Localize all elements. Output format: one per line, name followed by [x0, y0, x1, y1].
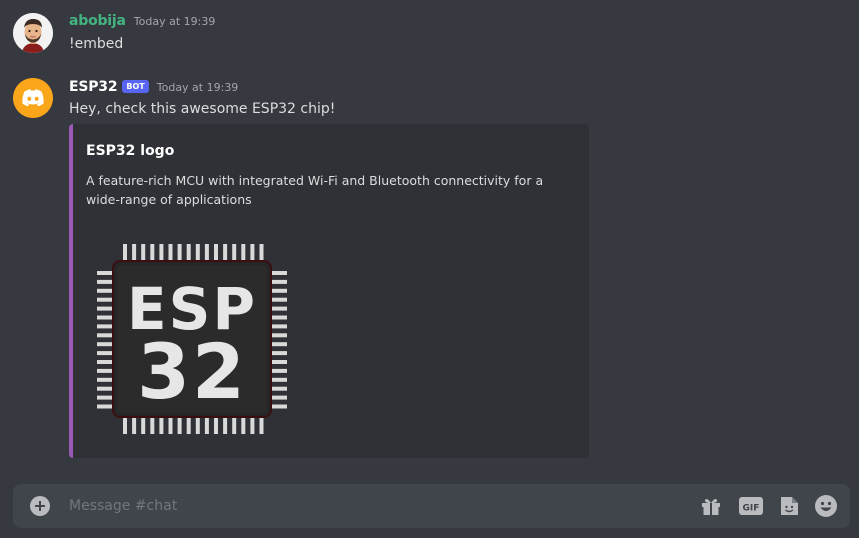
chip-pin [97, 351, 112, 356]
chip-pin [186, 418, 191, 434]
discord-logo-icon [13, 78, 53, 118]
sticker-icon[interactable] [777, 494, 801, 518]
message-embed: ESP32 logo A feature-rich MCU with integ… [69, 124, 589, 458]
bot-tag: BOT [122, 80, 149, 93]
chip-pin [97, 297, 112, 302]
chip-pin [272, 404, 287, 409]
chip-pin [177, 418, 182, 434]
chip-pin [259, 418, 264, 434]
chip-pin [97, 324, 112, 329]
embed-description: A feature-rich MCU with integrated Wi-Fi… [86, 173, 544, 207]
chip-pin [272, 297, 287, 302]
chip-pin [97, 279, 112, 284]
chip-pin [223, 244, 228, 260]
chip-pin [97, 377, 112, 382]
chip-pin [141, 418, 146, 434]
message-content: !embed [69, 36, 124, 52]
chip-pin [214, 418, 218, 434]
chip-pin [223, 418, 228, 434]
chip-pin [97, 404, 112, 409]
chip-pin [159, 418, 164, 434]
chip-pin [97, 395, 112, 400]
chip-pin [168, 244, 173, 260]
chip-pin [272, 342, 287, 347]
chip-pin [97, 368, 112, 373]
gif-label: GIF [743, 504, 760, 514]
message-header: abobija Today at 19:39 [69, 13, 215, 29]
chip-pin [250, 244, 255, 260]
chip-pin [241, 418, 246, 434]
chip-pin [272, 315, 287, 320]
chip-pin [272, 271, 287, 275]
gif-button[interactable]: GIF [738, 494, 764, 518]
chip-pin [150, 244, 155, 260]
bot-avatar[interactable] [13, 78, 53, 118]
chip-pin [97, 288, 112, 293]
chip-pin [159, 244, 164, 260]
chat-window: abobija Today at 19:39 !embed ESP32 BOT … [0, 0, 859, 538]
memoji-avatar-icon [13, 13, 53, 53]
chip-pin [141, 244, 146, 260]
esp32-chip-logo: ESP 32 [97, 244, 287, 434]
author-name[interactable]: ESP32 [69, 79, 118, 95]
chip-pin [195, 418, 200, 434]
chip-pin [204, 418, 209, 434]
embed-title[interactable]: ESP32 logo [86, 143, 174, 159]
chip-pin [272, 324, 287, 329]
message-content: Hey, check this awesome ESP32 chip! [69, 101, 336, 117]
chip-pin [232, 244, 237, 260]
gift-icon[interactable] [699, 494, 723, 518]
chip-pin [214, 244, 218, 260]
plus-circle-icon[interactable] [30, 496, 50, 516]
chip-pin [195, 244, 200, 260]
message-composer: GIF [13, 484, 850, 528]
message-header: ESP32 BOT Today at 19:39 [69, 79, 238, 95]
chip-pin [186, 244, 191, 260]
chip-pin [272, 279, 287, 284]
user-avatar[interactable] [13, 13, 53, 53]
chip-pin [272, 368, 287, 373]
chip-pin [97, 271, 112, 275]
chip-pin [168, 418, 173, 434]
timestamp: Today at 19:39 [133, 15, 216, 28]
chip-pin [272, 377, 287, 382]
chip-pin [272, 351, 287, 356]
chip-pin [241, 244, 246, 260]
chip-pin [272, 288, 287, 293]
chip-pin [97, 342, 112, 347]
chip-pin [272, 333, 287, 338]
chip-pin [97, 333, 112, 338]
embed-image[interactable]: ESP 32 [97, 242, 287, 436]
chip-pin [132, 244, 137, 260]
chip-pin [232, 418, 237, 434]
chip-pin [97, 306, 112, 311]
chip-pin [204, 244, 209, 260]
chip-pin [123, 244, 127, 260]
chip-pin [272, 395, 287, 400]
chip-pin [259, 244, 264, 260]
chip-pin [177, 244, 182, 260]
chip-pin [272, 386, 287, 391]
chip-text-32: 32 [137, 327, 247, 416]
chip-pin [150, 418, 155, 434]
chip-pin [250, 418, 255, 434]
chip-pin [97, 360, 112, 364]
timestamp: Today at 19:39 [156, 81, 239, 94]
chip-pin [97, 315, 112, 320]
chip-pin [97, 386, 112, 391]
chip-pin [123, 418, 127, 434]
chip-pin [132, 418, 137, 434]
chip-pin [272, 360, 287, 364]
chip-pin [272, 306, 287, 311]
emoji-icon[interactable] [814, 494, 838, 518]
message-input[interactable] [69, 484, 669, 528]
author-name[interactable]: abobija [69, 13, 126, 29]
